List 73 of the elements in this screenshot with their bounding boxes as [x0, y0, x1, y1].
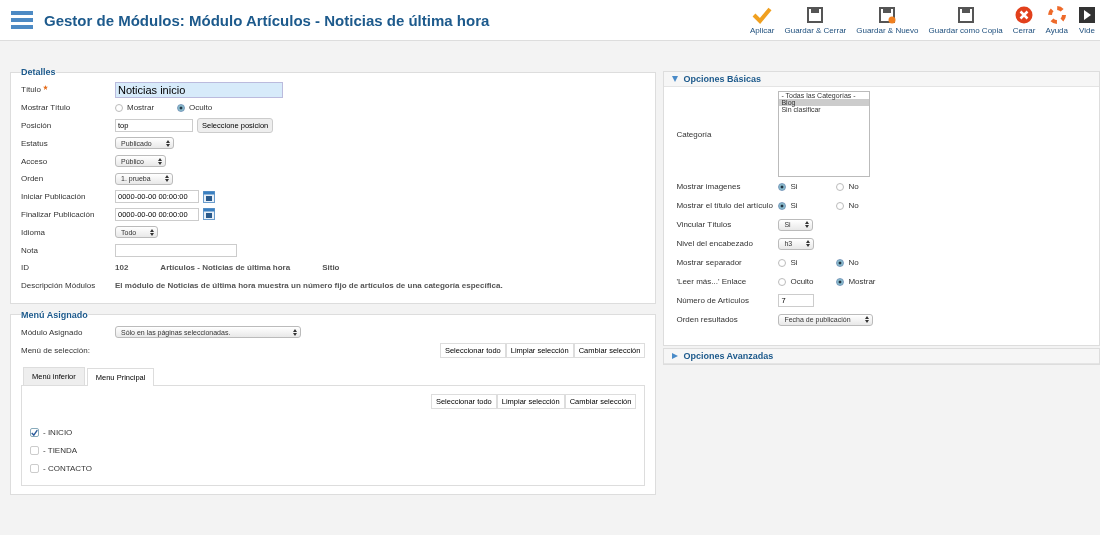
field-label: Posición	[21, 121, 52, 130]
radio-option[interactable]: Mostrar	[115, 103, 173, 113]
description-text: El módulo de Noticias de última hora muestra un número fijo de artículos de una categoría específica.	[115, 281, 503, 291]
radio-option[interactable]: Mostrar	[836, 277, 891, 286]
menu-icon[interactable]	[10, 8, 34, 32]
field-label: Descripción Módulos	[21, 281, 96, 291]
field-label: Nivel del encabezado	[676, 239, 754, 248]
field-label: Categoría	[676, 129, 713, 139]
field-label: Mostrar Título	[21, 103, 71, 113]
field-label: Módulo Asignado	[21, 327, 84, 337]
field-label: Mostrar imagenes	[676, 182, 742, 191]
toolbar-button[interactable]: Guardar & Cerrar	[780, 5, 851, 35]
dropdown-arrows-icon	[157, 157, 162, 165]
field-label: Mostrar el título del artículo	[676, 201, 774, 210]
dropdown-arrows-icon	[150, 228, 155, 236]
field-label: Iniciar Publicación	[21, 192, 86, 202]
menu-item-checkbox[interactable]: - TIENDA	[30, 444, 637, 458]
checkmark-icon	[31, 427, 38, 438]
field-label: ID	[21, 263, 29, 273]
toolbar-button[interactable]: Vide	[1074, 5, 1100, 35]
toolbar-button[interactable]: Ayuda	[1041, 5, 1072, 35]
triangle-icon[interactable]	[672, 353, 679, 359]
radio-option[interactable]: Si	[778, 258, 833, 267]
radio-option[interactable]: Si	[778, 182, 833, 191]
toolbar-button[interactable]: Guardar & Nuevo	[852, 5, 923, 35]
accordion-header[interactable]: Opciones Avanzadas	[683, 351, 774, 361]
info-value: Sitio	[322, 263, 340, 273]
radio-option[interactable]: Oculto	[778, 277, 833, 286]
dropdown-arrows-icon	[806, 240, 811, 247]
field-label: Título	[21, 85, 41, 95]
field-label: Idioma	[21, 227, 45, 237]
triangle-icon[interactable]	[672, 76, 679, 82]
check-icon	[752, 5, 773, 24]
field-label: Estatus	[21, 138, 48, 148]
toolbar-button[interactable]: Guardar como Copia	[924, 5, 1007, 35]
dropdown-arrows-icon	[864, 316, 869, 323]
info-value: 102	[115, 263, 129, 273]
note-input[interactable]	[115, 243, 237, 257]
accordion-header[interactable]: Opciones Básicas	[683, 74, 761, 84]
field-label: Número de Artículos	[676, 296, 750, 305]
dropdown-arrows-icon	[164, 175, 169, 183]
info-value: Artículos - Noticias de última hora	[160, 263, 291, 273]
play-icon	[1078, 5, 1096, 24]
section-legend: Detalles	[21, 67, 56, 77]
field-label: Nota	[21, 245, 38, 255]
help-icon	[1047, 5, 1066, 24]
field-label: Acceso	[21, 156, 48, 166]
radio-option[interactable]: No	[836, 258, 891, 267]
dropdown-arrows-icon	[804, 221, 809, 228]
calendar-icon[interactable]	[203, 208, 215, 221]
radio-option[interactable]: Oculto	[177, 103, 235, 113]
field-label: Mostrar separador	[676, 258, 743, 267]
dropdown-arrows-icon	[165, 139, 170, 147]
field-label: 'Leer más...' Enlace	[676, 277, 748, 286]
close-icon	[1015, 5, 1034, 24]
field-label: Menú de selección:	[21, 345, 91, 355]
menu-item-checkbox[interactable]: - CONTACTO	[30, 462, 637, 476]
calendar-icon[interactable]	[203, 190, 215, 203]
section-legend: Menú Asignado	[21, 309, 88, 320]
radio-option[interactable]: Si	[778, 201, 833, 210]
field-label: Orden resultados	[676, 315, 739, 324]
menu-item-checkbox[interactable]: - INICIO	[30, 426, 637, 440]
field-label: Vincular Títulos	[676, 220, 733, 229]
page-title: Gestor de Módulos: Módulo Artículos - Noticias de última hora	[44, 11, 491, 29]
radio-option[interactable]: No	[836, 182, 891, 191]
radio-option[interactable]: No	[836, 201, 891, 210]
title-input[interactable]: Noticias inicio	[115, 81, 283, 98]
toolbar-button[interactable]: Aplicar	[746, 5, 779, 35]
dropdown-arrows-icon	[293, 328, 297, 336]
field-label: Finalizar Publicación	[21, 209, 95, 219]
toolbar-button[interactable]: Cerrar	[1008, 5, 1040, 35]
field-label: Orden	[21, 174, 44, 184]
copy-icon	[956, 5, 975, 24]
